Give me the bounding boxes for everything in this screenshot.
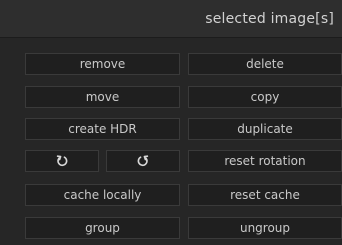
duplicate-button[interactable]: duplicate xyxy=(188,118,342,140)
delete-button[interactable]: delete xyxy=(188,53,342,75)
module-title: selected image[s] xyxy=(205,11,334,27)
rotate-clockwise-icon xyxy=(137,155,149,167)
module-header[interactable]: selected image[s] xyxy=(0,0,342,38)
rotate-counterclockwise-icon xyxy=(56,155,68,167)
reset-rotation-button[interactable]: reset rotation xyxy=(188,150,342,172)
group-button[interactable]: group xyxy=(25,217,180,239)
copy-button[interactable]: copy xyxy=(188,86,342,108)
rotate-cw-button[interactable] xyxy=(106,150,180,172)
rotate-ccw-button[interactable] xyxy=(25,150,99,172)
reset-cache-button[interactable]: reset cache xyxy=(188,184,342,206)
create-hdr-button[interactable]: create HDR xyxy=(25,118,180,140)
ungroup-button[interactable]: ungroup xyxy=(188,217,342,239)
move-button[interactable]: move xyxy=(25,86,180,108)
remove-button[interactable]: remove xyxy=(25,53,180,75)
cache-locally-button[interactable]: cache locally xyxy=(25,184,180,206)
